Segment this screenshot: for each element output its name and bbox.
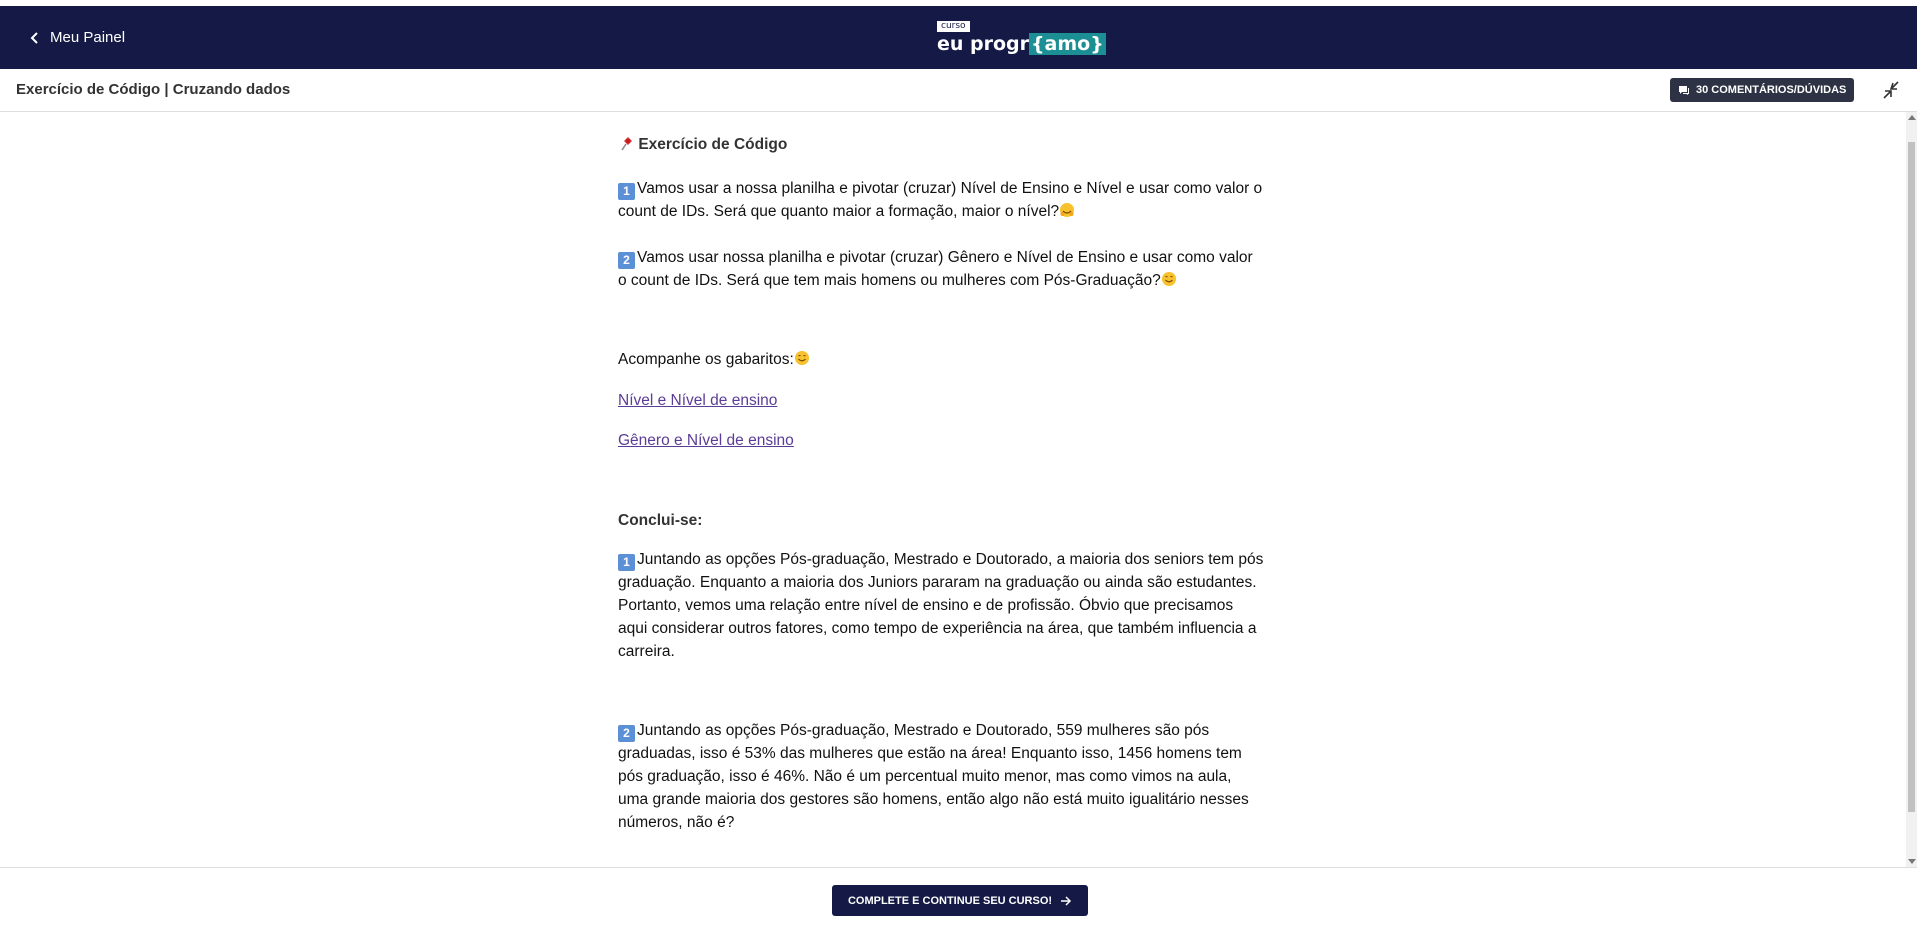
smiling-face-emoji-icon [1161, 272, 1176, 286]
smiling-face-emoji-icon [794, 351, 809, 365]
c2-line-4: uma grande maioria dos gestores são home… [618, 791, 1249, 808]
c2-line-5: números, não é? [618, 814, 735, 831]
p1-line-1: Vamos usar a nossa planilha e pivotar (c… [637, 180, 1263, 197]
top-navbar: Meu Painel curso eu progr {amo} [0, 6, 1917, 69]
keycap-2-icon: 2 [618, 725, 635, 742]
answers-intro: Acompanhe os gabaritos: [618, 348, 1288, 371]
p2-line-2: o count de IDs. Será que tem mais homens… [618, 272, 1161, 289]
c1-line-5: carreira. [618, 643, 675, 660]
content-scrollbar[interactable] [1906, 112, 1917, 867]
complete-label: COMPLETE E CONTINUE SEU CURSO! [847, 894, 1053, 907]
back-to-dashboard-link[interactable]: Meu Painel [30, 6, 125, 69]
logo-main-text: eu progr {amo} [937, 32, 1106, 56]
pushpin-icon [621, 137, 632, 151]
c1-line-4: aqui considerar outros fatores, como tem… [618, 620, 1257, 637]
conclusion-paragraph-2: 2 Juntando as opções Pós-graduação, Mestr… [618, 719, 1288, 834]
scroll-up-arrow-icon[interactable] [1908, 115, 1916, 120]
answers-intro-text: Acompanhe os gabaritos: [618, 351, 794, 368]
exercise-paragraph-1: 1 Vamos usar a nossa planilha e pivotar (… [618, 177, 1288, 223]
c1-line-3: Portanto, vemos uma relação entre nível … [618, 597, 1234, 614]
comments-label: 30 COMENTÁRIOS/DÚVIDAS [1696, 84, 1847, 96]
hugging-face-emoji-icon [1060, 203, 1075, 217]
p1-line-2: count de IDs. Será que quanto maior a fo… [618, 203, 1060, 220]
c2-line-1: Juntando as opções Pós-graduação, Mestra… [637, 722, 1210, 739]
conclusion-heading: Conclui-se: [618, 512, 703, 529]
answer-link-1-row: Nível e Nível de ensino [618, 389, 1288, 412]
comments-button[interactable]: 30 COMENTÁRIOS/DÚVIDAS [1670, 78, 1855, 102]
arrow-right-icon [1061, 895, 1072, 906]
lesson-content: Exercício de Código 1 Vamos usar a nossa … [0, 112, 1906, 867]
keycap-2-icon: 2 [618, 252, 635, 269]
exercise-paragraph-2: 2 Vamos usar nossa planilha e pivotar (cr… [618, 246, 1288, 292]
c2-line-2: graduadas, isso é 53% das mulheres que e… [618, 745, 1242, 762]
exercise-heading: Exercício de Código [618, 133, 1288, 156]
c1-line-2: graduação. Enquanto a maioria dos Junior… [618, 574, 1257, 591]
c1-line-1: Juntando as opções Pós-graduação, Mestra… [637, 551, 1264, 568]
c2-line-3: pós graduação, isso é 46%. Não é um perc… [618, 768, 1232, 785]
heading-text: Exercício de Código [638, 136, 788, 153]
answer-link-2-row: Gênero e Nível de ensino [618, 429, 1288, 452]
chevron-left-icon [30, 31, 38, 44]
scroll-down-arrow-icon[interactable] [1908, 859, 1916, 864]
lesson-footer: COMPLETE E CONTINUE SEU CURSO! [0, 867, 1917, 927]
lesson-header: Exercício de Código | Cruzando dados 30 … [0, 69, 1917, 112]
lesson-title: Exercício de Código | Cruzando dados [16, 81, 291, 98]
collapse-icon[interactable] [1882, 80, 1902, 100]
back-label: Meu Painel [50, 29, 126, 46]
course-logo: curso eu progr {amo} [937, 21, 1106, 61]
comment-icon [1679, 85, 1689, 95]
p2-line-1: Vamos usar nossa planilha e pivotar (cru… [637, 249, 1253, 266]
answer-link-nivel-ensino[interactable]: Nível e Nível de ensino [618, 392, 777, 409]
complete-and-continue-button[interactable]: COMPLETE E CONTINUE SEU CURSO! [832, 885, 1088, 916]
conclusion-paragraph-1: 1 Juntando as opções Pós-graduação, Mestr… [618, 548, 1288, 663]
scrollbar-thumb[interactable] [1908, 142, 1915, 812]
answer-link-genero-ensino[interactable]: Gênero e Nível de ensino [618, 432, 794, 449]
logo-highlight: {amo} [1029, 33, 1106, 55]
keycap-1-icon: 1 [618, 554, 635, 571]
keycap-1-icon: 1 [618, 183, 635, 200]
logo-small-text: curso [937, 21, 970, 32]
logo-prefix: eu progr [937, 33, 1030, 55]
